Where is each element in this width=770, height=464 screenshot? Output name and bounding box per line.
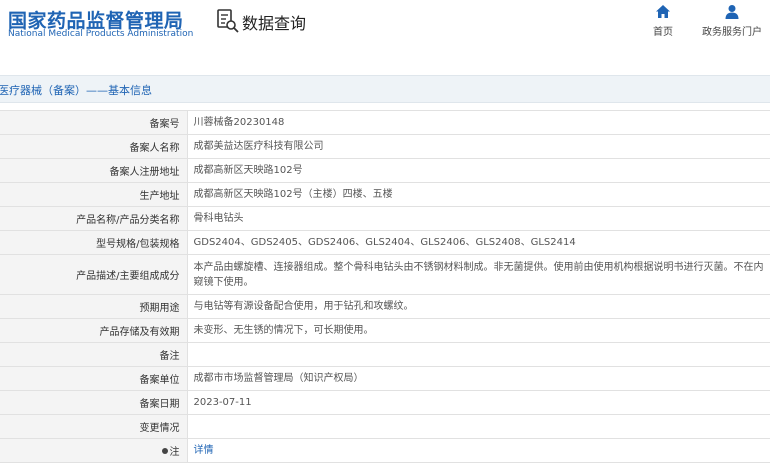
table-row: 备案人注册地址 成都高新区天映路102号 [0,158,770,183]
row-value-product-name: 骨科电钻头 [187,206,770,231]
table-row: 备注 [0,342,770,367]
table-row: 生产地址 成都高新区天映路102号（主楼）四楼、五楼 [0,182,770,207]
note-pin-icon [161,448,168,454]
row-label-filing-date: 备案日期 [0,390,188,415]
table-row: 型号规格/包装规格 GDS2404、GDS2405、GDS2406、GLS240… [0,230,770,255]
table-row: 产品描述/主要组成成分 本产品由螺旋槽、连接器组成。整个骨科电钻头由不锈钢材料制… [0,254,770,295]
row-value-storage-validity: 未变形、无生锈的情况下，可长期使用。 [187,318,770,343]
row-value-record-no: 川蓉械备20230148 [187,110,770,135]
row-label-change-status: 变更情况 [0,414,188,439]
breadcrumb-bar: 医疗器械（备案）——基本信息 [0,75,770,103]
table-row: 备案日期 2023-07-11 [0,390,770,415]
nav-home-label: 首页 [653,27,673,38]
row-value-filer-name: 成都美益达医疗科技有限公司 [187,134,770,159]
row-label-record-no: 备案号 [0,110,188,135]
nav-home-link[interactable]: 首页 [650,4,676,38]
table-row: 注 详情 [0,438,770,463]
row-label-registered-address: 备案人注册地址 [0,158,188,183]
row-label-note: 注 [0,438,188,463]
row-value-registered-address: 成都高新区天映路102号 [187,158,770,183]
table-row: 产品名称/产品分类名称 骨科电钻头 [0,206,770,231]
record-info-table: 备案号 川蓉械备20230148 备案人名称 成都美益达医疗科技有限公司 备案人… [0,110,770,463]
details-link[interactable]: 详情 [194,445,214,456]
row-label-storage-validity: 产品存储及有效期 [0,318,188,343]
row-label-product-name: 产品名称/产品分类名称 [0,206,188,231]
row-label-description: 产品描述/主要组成成分 [0,254,188,295]
row-label-filer-name: 备案人名称 [0,134,188,159]
row-label-note-text: 注 [169,447,180,458]
row-value-filing-date: 2023-07-11 [187,390,770,415]
logo-title-en[interactable]: National Medical Products Administration [8,29,193,39]
table-row: 变更情况 [0,414,770,439]
row-label-intended-use: 预期用途 [0,294,188,319]
site-header: 国家药品监督管理局 National Medical Products Admi… [0,0,770,64]
row-value-remarks [187,342,770,367]
site-title: 数据查询 [242,14,307,33]
row-value-intended-use: 与电钻等有源设备配合使用，用于钻孔和攻螺纹。 [187,294,770,319]
user-icon [725,5,739,19]
document-search-icon [217,9,239,33]
nav-service-label: 政务服务门户 [702,27,762,38]
row-label-production-address: 生产地址 [0,182,188,207]
row-value-note: 详情 [187,438,770,463]
row-value-change-status [187,414,770,439]
nav-service-portal-link[interactable]: 政务服务门户 [699,4,765,38]
home-icon [656,5,670,18]
breadcrumb: 医疗器械（备案）——基本信息 [0,84,152,97]
row-value-model-spec: GDS2404、GDS2405、GDS2406、GLS2404、GLS2406、… [187,230,770,255]
row-label-remarks: 备注 [0,342,188,367]
table-row: 备案人名称 成都美益达医疗科技有限公司 [0,134,770,159]
row-label-filing-authority: 备案单位 [0,366,188,391]
table-row: 产品存储及有效期 未变形、无生锈的情况下，可长期使用。 [0,318,770,343]
row-value-filing-authority: 成都市市场监督管理局（知识产权局） [187,366,770,391]
row-value-production-address: 成都高新区天映路102号（主楼）四楼、五楼 [187,182,770,207]
table-row: 备案单位 成都市市场监督管理局（知识产权局） [0,366,770,391]
table-row: 备案号 川蓉械备20230148 [0,110,770,135]
table-row: 预期用途 与电钻等有源设备配合使用，用于钻孔和攻螺纹。 [0,294,770,319]
row-value-description: 本产品由螺旋槽、连接器组成。整个骨科电钻头由不锈钢材料制成。非无菌提供。使用前由… [187,254,770,295]
row-label-model-spec: 型号规格/包装规格 [0,230,188,255]
